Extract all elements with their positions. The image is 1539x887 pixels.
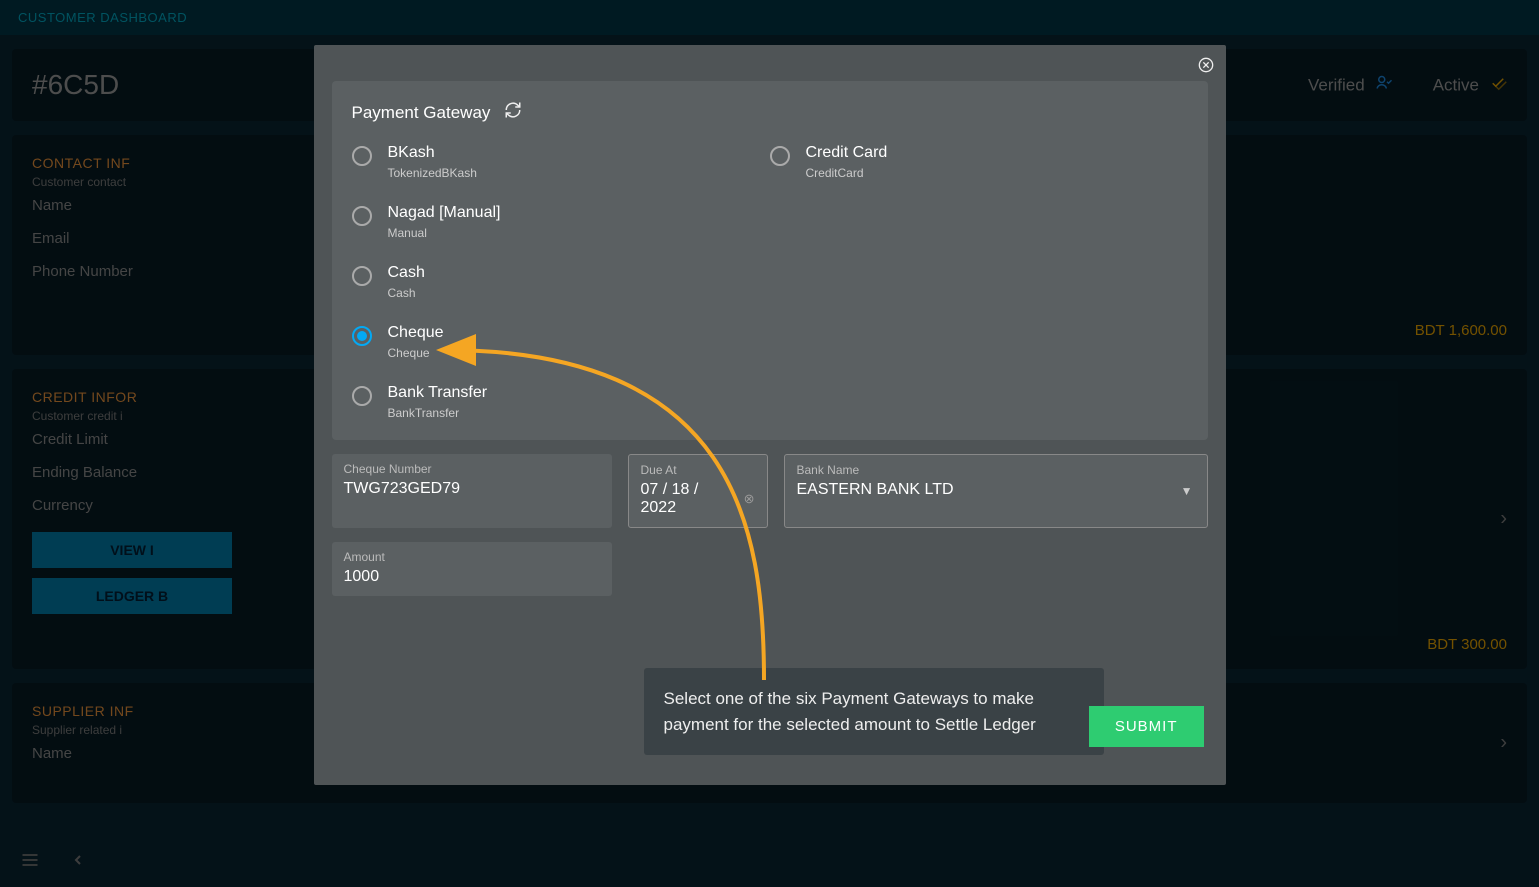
submit-button[interactable]: SUBMIT [1089, 706, 1204, 747]
due-at-value: 07 / 18 / 2022 ⊗ [641, 481, 755, 517]
gateway-label: Bank Transfer [388, 384, 488, 402]
radio-icon [770, 146, 790, 166]
gateway-cash[interactable]: Cash Cash [352, 264, 770, 300]
gateway-sub: Cash [388, 286, 425, 300]
instruction-tooltip: Select one of the six Payment Gateways t… [644, 668, 1104, 755]
modal-title-row: Payment Gateway [352, 101, 1188, 124]
gateway-label: Cheque [388, 324, 444, 342]
gateway-sub: BankTransfer [388, 406, 488, 420]
cheque-number-value: TWG723GED79 [344, 480, 600, 498]
gateway-label: BKash [388, 144, 477, 162]
gateway-label: Credit Card [806, 144, 888, 162]
bank-name-field[interactable]: Bank Name EASTERN BANK LTD ▼ [784, 454, 1208, 528]
gateway-col-2: Credit Card CreditCard [770, 144, 1188, 420]
modal-overlay[interactable]: Payment Gateway BKash TokenizedBKash [0, 0, 1539, 887]
field-label: Amount [344, 550, 600, 564]
radio-icon [352, 146, 372, 166]
gateway-label: Nagad [Manual] [388, 204, 501, 222]
gateway-creditcard[interactable]: Credit Card CreditCard [770, 144, 1188, 180]
gateway-cheque[interactable]: Cheque Cheque [352, 324, 770, 360]
gateway-sub: TokenizedBKash [388, 166, 477, 180]
radio-icon [352, 206, 372, 226]
radio-icon [352, 266, 372, 286]
clear-date-icon[interactable]: ⊗ [744, 491, 755, 507]
gateway-nagad[interactable]: Nagad [Manual] Manual [352, 204, 770, 240]
gateway-sub: CreditCard [806, 166, 888, 180]
cheque-number-field[interactable]: Cheque Number TWG723GED79 [332, 454, 612, 528]
amount-field[interactable]: Amount 1000 [332, 542, 612, 596]
field-label: Bank Name [797, 463, 1195, 477]
due-at-text: 07 / 18 / 2022 [641, 481, 738, 517]
payment-modal: Payment Gateway BKash TokenizedBKash [314, 45, 1226, 785]
close-icon[interactable] [1196, 55, 1216, 75]
form-row-2: Amount 1000 [332, 542, 1208, 596]
modal-title: Payment Gateway [352, 103, 491, 123]
gateway-label: Cash [388, 264, 425, 282]
field-label: Cheque Number [344, 462, 600, 476]
field-label: Due At [641, 463, 755, 477]
radio-icon [352, 326, 372, 346]
gateway-col-1: BKash TokenizedBKash Nagad [Manual] Manu… [352, 144, 770, 420]
due-at-field[interactable]: Due At 07 / 18 / 2022 ⊗ [628, 454, 768, 528]
bank-name-value: EASTERN BANK LTD [797, 481, 1195, 499]
gateway-sub: Manual [388, 226, 501, 240]
radio-icon [352, 386, 372, 406]
gateway-banktransfer[interactable]: Bank Transfer BankTransfer [352, 384, 770, 420]
amount-value: 1000 [344, 568, 600, 586]
form-row-1: Cheque Number TWG723GED79 Due At 07 / 18… [332, 454, 1208, 528]
gateway-sub: Cheque [388, 346, 444, 360]
gateway-bkash[interactable]: BKash TokenizedBKash [352, 144, 770, 180]
gateway-box: Payment Gateway BKash TokenizedBKash [332, 81, 1208, 440]
chevron-down-icon: ▼ [1181, 484, 1193, 498]
gateway-grid: BKash TokenizedBKash Nagad [Manual] Manu… [352, 144, 1188, 420]
refresh-icon[interactable] [504, 101, 522, 124]
